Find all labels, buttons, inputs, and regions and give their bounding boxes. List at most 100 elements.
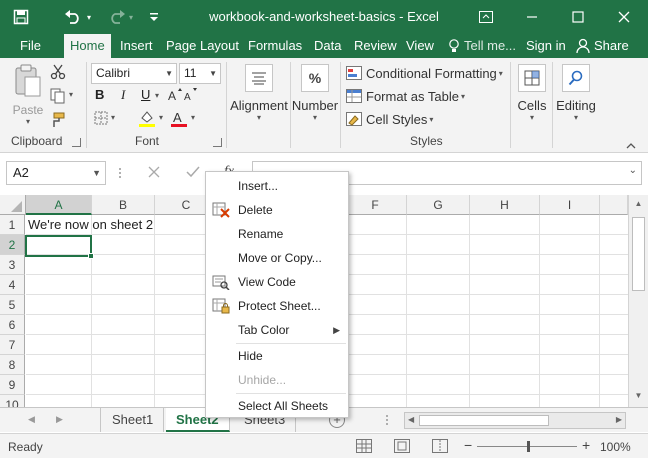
italic-button[interactable]: I (121, 87, 125, 103)
borders-icon[interactable]: ▾ (94, 111, 118, 127)
vertical-scrollbar[interactable]: ▲ ▼ (628, 195, 648, 407)
tab-insert[interactable]: Insert (114, 34, 159, 58)
active-cell-a2[interactable] (25, 235, 94, 259)
collapse-ribbon-icon[interactable] (626, 138, 638, 149)
menu-item-tab-color[interactable]: Tab Color ▶ (206, 319, 348, 341)
font-color-icon[interactable]: A ▾ (170, 109, 196, 129)
column-header-g[interactable]: G (407, 195, 470, 215)
minimize-icon[interactable] (512, 4, 552, 30)
previous-sheet-icon[interactable]: ◀ (28, 414, 35, 425)
scroll-down-icon[interactable]: ▼ (631, 391, 646, 405)
zoom-slider-knob[interactable] (527, 441, 530, 452)
ribbon-display-options-icon[interactable] (466, 4, 506, 30)
cell-styles-icon (346, 112, 362, 126)
menu-item-hide[interactable]: Hide (206, 345, 348, 367)
zoom-in-icon[interactable]: + (582, 437, 590, 453)
row-header-8[interactable]: 8 (0, 355, 25, 375)
submenu-arrow-icon: ▶ (333, 325, 340, 335)
editing-label: Editing (556, 98, 596, 113)
fill-handle[interactable] (88, 253, 94, 259)
cell-styles-button[interactable]: Cell Styles ▾ (346, 110, 433, 128)
format-as-table-button[interactable]: Format as Table ▾ (346, 87, 465, 105)
tab-split-grip-icon[interactable] (385, 414, 389, 426)
paste-button[interactable]: Paste ▾ (10, 64, 46, 126)
increase-font-size-icon[interactable]: AA (168, 88, 200, 103)
scroll-up-icon[interactable]: ▲ (631, 199, 646, 213)
menu-item-label: Move or Copy... (238, 251, 322, 265)
zoom-level[interactable]: 100% (600, 440, 631, 454)
grid-line (154, 215, 155, 407)
number-format-button[interactable]: % Number ▾ (292, 64, 338, 122)
format-painter-icon[interactable] (50, 112, 68, 128)
row-header-5[interactable]: 5 (0, 295, 25, 315)
font-size-combo[interactable]: 11 ▼ (179, 63, 221, 84)
row-header-4[interactable]: 4 (0, 275, 25, 295)
cancel-entry-icon[interactable] (148, 166, 162, 180)
menu-item-move-or-copy[interactable]: Move or Copy... (206, 247, 348, 269)
share-button[interactable]: Share (592, 34, 635, 58)
conditional-formatting-button[interactable]: Conditional Formatting ▾ (346, 64, 503, 82)
column-header-b[interactable]: B (92, 195, 155, 215)
bold-button[interactable]: B (95, 87, 104, 102)
underline-button[interactable]: U (141, 87, 150, 102)
underline-dropdown-icon[interactable]: ▾ (155, 91, 159, 100)
page-layout-view-icon[interactable] (394, 439, 410, 453)
tab-view[interactable]: View (400, 34, 440, 58)
tell-me-search[interactable]: Tell me... (462, 34, 522, 58)
lightbulb-icon (448, 39, 462, 53)
maximize-icon[interactable] (558, 4, 598, 30)
row-header-2[interactable]: 2 (0, 235, 25, 255)
tab-data[interactable]: Data (308, 34, 347, 58)
zoom-out-icon[interactable]: − (464, 437, 472, 453)
font-name-combo[interactable]: Calibri ▼ (91, 63, 177, 84)
select-all-corner[interactable] (0, 195, 26, 215)
tab-home[interactable]: Home (64, 34, 111, 58)
scroll-right-icon[interactable]: ▶ (616, 415, 622, 424)
menu-item-insert[interactable]: Insert... (206, 175, 348, 197)
row-header-6[interactable]: 6 (0, 315, 25, 335)
row-header-9[interactable]: 9 (0, 375, 25, 395)
name-box[interactable]: A2 ▼ (6, 161, 106, 185)
next-sheet-icon[interactable]: ▶ (56, 414, 63, 425)
cut-icon[interactable] (50, 64, 68, 80)
menu-item-protect-sheet[interactable]: Protect Sheet... (206, 295, 348, 317)
clipboard-dialog-launcher-icon[interactable] (72, 138, 81, 147)
horizontal-scroll-thumb[interactable] (419, 415, 549, 426)
menu-item-select-all-sheets[interactable]: Select All Sheets (206, 395, 348, 417)
tab-review[interactable]: Review (348, 34, 403, 58)
expand-formula-bar-icon[interactable]: ⌄ (629, 165, 637, 176)
group-separator (226, 62, 227, 148)
column-header-partial[interactable] (600, 195, 628, 215)
column-header-f[interactable]: F (344, 195, 407, 215)
copy-icon[interactable]: ▾ (50, 88, 76, 104)
fill-color-icon[interactable]: ▾ (138, 109, 164, 129)
menu-item-label: View Code (238, 275, 296, 289)
scroll-left-icon[interactable]: ◀ (408, 415, 414, 424)
alignment-button[interactable]: Alignment ▾ (230, 64, 288, 122)
normal-view-icon[interactable] (356, 439, 372, 453)
row-header-3[interactable]: 3 (0, 255, 25, 275)
horizontal-scrollbar[interactable]: ◀ ▶ (404, 412, 626, 429)
sign-in-link[interactable]: Sign in (520, 34, 572, 58)
tab-file[interactable]: File (14, 34, 47, 58)
editing-button[interactable]: Editing ▾ (554, 64, 598, 122)
row-header-7[interactable]: 7 (0, 335, 25, 355)
sheet-tab-sheet1[interactable]: Sheet1 (102, 408, 165, 432)
cells-button[interactable]: Cells ▾ (514, 64, 550, 122)
menu-item-rename[interactable]: Rename (206, 223, 348, 245)
menu-item-delete[interactable]: Delete (206, 199, 348, 221)
row-header-10[interactable]: 10 (0, 395, 25, 407)
close-icon[interactable] (604, 4, 644, 30)
confirm-entry-icon[interactable] (186, 166, 200, 180)
column-header-a[interactable]: A (26, 195, 92, 215)
row-header-1[interactable]: 1 (0, 215, 25, 235)
font-dialog-launcher-icon[interactable] (213, 138, 222, 147)
tab-page-layout[interactable]: Page Layout (160, 34, 245, 58)
menu-item-view-code[interactable]: View Code (206, 271, 348, 293)
column-header-i[interactable]: I (540, 195, 600, 215)
vertical-scroll-thumb[interactable] (632, 217, 645, 291)
page-break-preview-icon[interactable] (432, 439, 448, 453)
cell-a1[interactable]: We're now on sheet 2 (28, 217, 153, 232)
tab-formulas[interactable]: Formulas (242, 34, 308, 58)
column-header-h[interactable]: H (470, 195, 540, 215)
